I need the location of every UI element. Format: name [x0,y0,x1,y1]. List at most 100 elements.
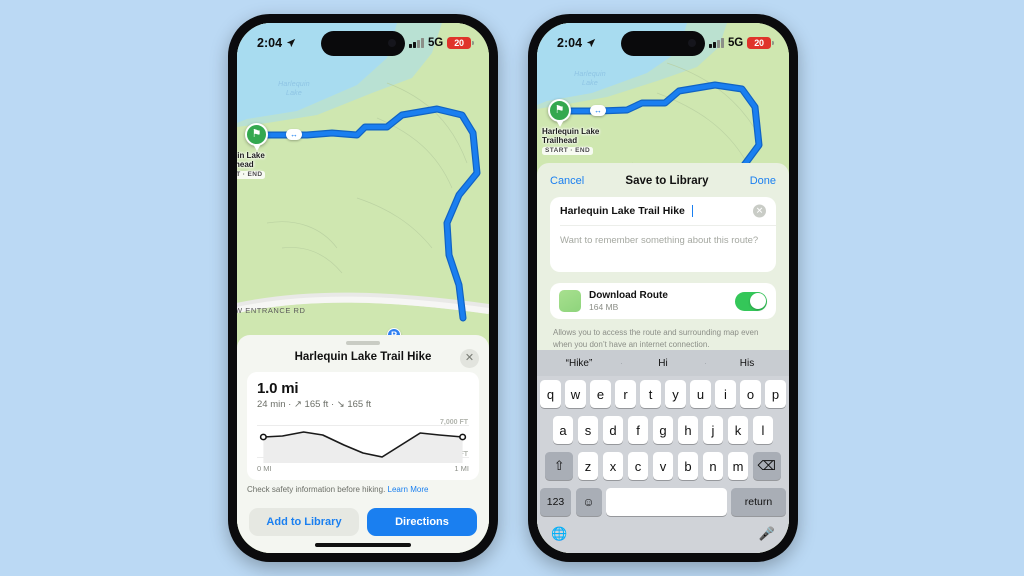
key-e[interactable]: e [590,380,611,409]
cellular-signal-icon [409,38,425,48]
learn-more-link[interactable]: Learn More [388,485,429,494]
key-h[interactable]: h [677,416,699,445]
key-c[interactable]: c [627,452,649,481]
route-detail-card: Harlequin Lake Trail Hike ✕ 1.0 mi 24 mi… [237,335,489,553]
key-x[interactable]: x [602,452,624,481]
microphone-icon[interactable]: 🎤 [759,526,775,542]
elevation-profile-graphic [259,431,467,463]
right-phone-mockup: Harlequin Lake ⚑ Harlequin Lake Trailhea… [528,14,798,562]
cancel-button[interactable]: Cancel [550,175,584,187]
status-bar-right-left-group: 2:04 [557,36,596,50]
space-key[interactable] [606,488,727,517]
map-water-label-line1: Harlequin [278,81,310,88]
safety-notice: Check safety information before hiking. … [247,485,479,500]
key-a[interactable]: a [552,416,574,445]
sheet-header: Cancel Save to Library Done [537,163,789,197]
key-t[interactable]: t [640,380,661,409]
route-name-card: Harlequin Lake Trail Hike ✕ Want to reme… [550,197,776,272]
trailhead-pin-glyph-right: ⚑ [554,104,565,116]
key-n[interactable]: n [702,452,724,481]
cellular-signal-icon-right [709,38,725,48]
network-type-label-right: 5G [728,37,743,49]
route-direction-arrows-icon[interactable]: ↔ [286,129,302,140]
trailhead-pin-glyph: ⚑ [251,128,262,140]
screenshot-stage: Harlequin Lake W ENTRANCE RD ⚑ equin Lak… [0,0,1024,576]
add-to-library-button[interactable]: Add to Library [249,508,359,536]
prediction-2[interactable]: His [705,358,789,369]
status-bar-right-right-group: 5G 20 [709,36,774,50]
sheet-grabber[interactable] [346,341,380,345]
trailhead-pin-label-right-line2: Trailhead [542,136,578,146]
key-g[interactable]: g [652,416,674,445]
safety-text: Check safety information before hiking. [247,485,386,494]
battery-indicator-right: 20 [747,36,774,50]
key-s[interactable]: s [577,416,599,445]
emoji-icon[interactable]: ☺ [575,488,602,517]
route-name-field[interactable]: Harlequin Lake Trail Hike ✕ [550,197,776,225]
trailhead-pin-label-right: Harlequin Lake Trailhead START · END [542,127,600,156]
trailhead-pin-label-right-line1: Harlequin Lake [542,127,600,136]
key-r[interactable]: r [615,380,636,409]
key-y[interactable]: y [665,380,686,409]
key-k[interactable]: k [727,416,749,445]
key-d[interactable]: d [602,416,624,445]
status-time: 2:04 [257,36,283,50]
predictive-text-bar: “Hike” Hi His [537,350,789,377]
download-route-text: Download Route 164 MB [589,290,727,312]
done-button[interactable]: Done [750,175,776,187]
sheet-body: Harlequin Lake Trail Hike ✕ Want to reme… [537,197,789,350]
text-caret [691,205,694,217]
prediction-0[interactable]: “Hike” [537,358,621,369]
elevation-axis: 0 MI 1 MI [257,464,469,473]
backspace-icon[interactable]: ⌫ [752,452,781,481]
left-phone-mockup: Harlequin Lake W ENTRANCE RD ⚑ equin Lak… [228,14,498,562]
key-l[interactable]: l [752,416,774,445]
card-actions: Add to Library Directions [247,500,479,536]
axis-start-label: 0 MI [257,464,272,473]
map-water-label-right: Harlequin Lake [555,71,625,89]
close-icon[interactable]: ✕ [460,349,479,368]
trailhead-pin-icon-right[interactable]: ⚑ [548,99,571,122]
start-end-badge-right: START · END [542,146,594,156]
numbers-key[interactable]: 123 [540,488,571,517]
elevation-chart: 7,000 FT 6,700 FT [257,417,469,463]
location-arrow-icon-right [586,38,596,48]
battery-indicator: 20 [447,36,474,50]
route-notes-field[interactable]: Want to remember something about this ro… [550,226,776,272]
key-i[interactable]: i [715,380,736,409]
route-name-value: Harlequin Lake Trail Hike [560,205,685,217]
route-direction-arrows-icon-right[interactable]: ↔ [590,105,606,116]
key-j[interactable]: j [702,416,724,445]
key-o[interactable]: o [740,380,761,409]
key-q[interactable]: q [540,380,561,409]
key-w[interactable]: w [565,380,586,409]
dynamic-island [321,31,405,56]
axis-end-label: 1 MI [454,464,469,473]
keyboard-row-2: a s d f g h j k l [537,412,789,448]
key-u[interactable]: u [690,380,711,409]
download-route-size: 164 MB [589,302,619,312]
download-route-row[interactable]: Download Route 164 MB [550,283,776,319]
trailhead-pin-icon[interactable]: ⚑ [245,123,268,146]
key-z[interactable]: z [577,452,599,481]
prediction-1[interactable]: Hi [621,358,705,369]
home-indicator[interactable] [315,543,411,547]
key-v[interactable]: v [652,452,674,481]
map-water-label-right-line2: Lake [582,79,598,87]
keyboard-footer: 🌐 🎤 [537,520,789,546]
card-header: Harlequin Lake Trail Hike ✕ [247,349,479,372]
key-m[interactable]: m [727,452,749,481]
keyboard-row-1: q w e r t y u i o p [537,376,789,412]
key-f[interactable]: f [627,416,649,445]
clear-field-icon[interactable]: ✕ [753,204,766,218]
network-type-label: 5G [428,37,443,49]
trailhead-pin-label: equin Lake railhead ART · END [237,151,266,180]
return-key[interactable]: return [731,488,786,517]
directions-button[interactable]: Directions [367,508,477,536]
key-b[interactable]: b [677,452,699,481]
map-thumbnail-icon [559,290,581,312]
download-route-toggle[interactable] [735,291,767,311]
globe-icon[interactable]: 🌐 [551,526,567,542]
shift-icon[interactable]: ⇧ [545,452,574,481]
key-p[interactable]: p [765,380,786,409]
